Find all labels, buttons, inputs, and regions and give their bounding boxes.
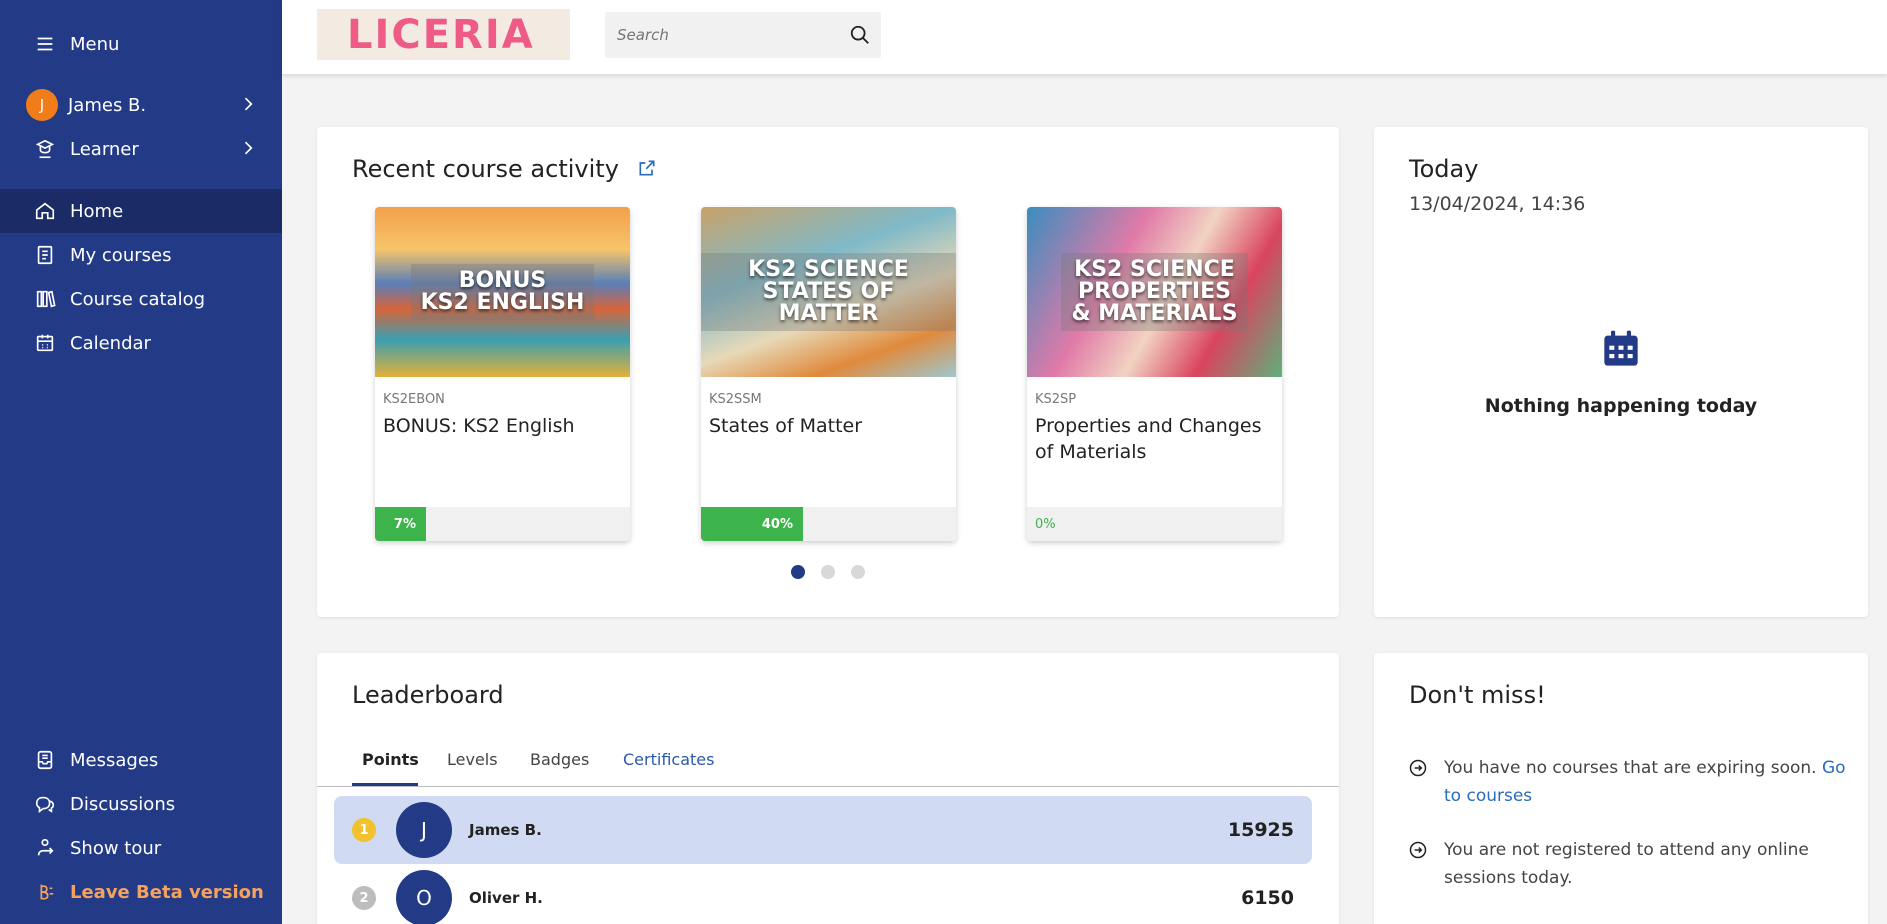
search-box — [605, 12, 881, 58]
avatar: J — [396, 802, 452, 858]
leaderboard-name: James B. — [469, 821, 542, 839]
logo[interactable]: LICERIA — [317, 9, 570, 60]
course-name: States of Matter — [709, 415, 863, 437]
leaderboard-row[interactable]: 1 J James B. 15925 — [334, 796, 1312, 864]
course-code: KS2EBON — [383, 392, 445, 407]
logo-text: LICERIA — [347, 11, 535, 58]
course-image: BONUS KS2 ENGLISH — [375, 207, 630, 377]
tab-certificates[interactable]: Certificates — [623, 750, 714, 769]
leaderboard-points: 6150 — [1241, 887, 1294, 909]
search-input[interactable] — [617, 26, 837, 44]
sidebar-item-label: My courses — [70, 244, 172, 266]
today-datetime: 13/04/2024, 14:36 — [1409, 193, 1586, 215]
leaderboard-title: Leaderboard — [352, 681, 504, 709]
course-image: KS2 SCIENCE PROPERTIES & MATERIALS — [1027, 207, 1282, 377]
sidebar-item-course-catalog[interactable]: Course catalog — [0, 277, 282, 321]
library-icon — [34, 288, 56, 310]
dont-miss-title: Don't miss! — [1409, 681, 1546, 709]
sidebar-item-discussions[interactable]: Discussions — [0, 782, 282, 826]
carousel-dot-1[interactable] — [791, 565, 805, 579]
sidebar-item-calendar[interactable]: Calendar — [0, 321, 282, 365]
sidebar-item-label: Messages — [70, 749, 159, 771]
chevron-right-icon — [238, 94, 258, 119]
sidebar-item-home[interactable]: Home — [0, 189, 282, 233]
progress-bar: 40% — [701, 507, 956, 541]
tab-points[interactable]: Points — [362, 750, 419, 769]
today-card: Today 13/04/2024, 14:36 Nothing happenin… — [1374, 127, 1868, 617]
home-icon — [34, 200, 56, 222]
tab-levels[interactable]: Levels — [447, 750, 498, 769]
sidebar-item-my-courses[interactable]: My courses — [0, 233, 282, 277]
tab-badges[interactable]: Badges — [530, 750, 589, 769]
course-code: KS2SSM — [709, 392, 762, 407]
dont-miss-item-sessions: You are not registered to attend any onl… — [1408, 836, 1848, 892]
progress-bar: 7% — [375, 507, 630, 541]
progress-fill: 40% — [701, 507, 803, 541]
arrow-circle-icon — [1408, 836, 1444, 892]
sidebar: Menu J James B. Learner Home My courses … — [0, 0, 282, 924]
calendar-icon — [1601, 327, 1641, 375]
chevron-right-icon — [238, 138, 258, 163]
sidebar-item-label: Show tour — [70, 837, 162, 859]
arrow-circle-icon — [1408, 754, 1444, 810]
active-tab-indicator — [352, 783, 418, 786]
book-icon — [34, 244, 56, 266]
course-card-ks2sp[interactable]: KS2 SCIENCE PROPERTIES & MATERIALS KS2SP… — [1027, 207, 1282, 541]
sidebar-item-show-tour[interactable]: Show tour — [0, 826, 282, 870]
progress-bar: 0% — [1027, 507, 1282, 541]
calendar-icon — [34, 332, 56, 354]
dont-miss-item-courses: You have no courses that are expiring so… — [1408, 754, 1848, 810]
course-card-ks2ebon[interactable]: BONUS KS2 ENGLISH KS2EBON BONUS: KS2 Eng… — [375, 207, 630, 541]
sidebar-item-label: Home — [70, 200, 124, 222]
course-image: KS2 SCIENCE STATES OF MATTER — [701, 207, 956, 377]
menu-toggle[interactable]: Menu — [0, 22, 282, 66]
top-bar: LICERIA — [282, 0, 1887, 74]
dont-miss-text: You have no courses that are expiring so… — [1444, 758, 1822, 778]
user-name: James B. — [68, 94, 147, 116]
course-card-ks2ssm[interactable]: KS2 SCIENCE STATES OF MATTER KS2SSM Stat… — [701, 207, 956, 541]
sidebar-item-label: Calendar — [70, 332, 151, 354]
sidebar-item-label: Course catalog — [70, 288, 206, 310]
hamburger-icon — [34, 33, 56, 55]
recent-activity-title: Recent course activity — [352, 155, 657, 184]
learner-icon — [34, 138, 56, 160]
progress-label: 0% — [1035, 517, 1056, 532]
tabs-divider — [317, 786, 1339, 787]
sidebar-item-label: Discussions — [70, 793, 176, 815]
sidebar-item-messages[interactable]: Messages — [0, 738, 282, 782]
recent-course-activity-card: Recent course activity BONUS KS2 ENGLISH… — [317, 127, 1339, 617]
avatar: J — [26, 89, 58, 121]
sidebar-item-label: Leave Beta version — [70, 881, 264, 903]
today-title: Today — [1409, 155, 1479, 183]
user-profile-item[interactable]: J James B. — [0, 83, 282, 127]
menu-label: Menu — [70, 33, 120, 55]
course-name: BONUS: KS2 English — [383, 415, 575, 437]
empty-state-text: Nothing happening today — [1484, 395, 1758, 417]
dont-miss-text: You are not registered to attend any onl… — [1444, 840, 1809, 888]
course-name: Properties and Changes of Materials — [1035, 415, 1262, 463]
avatar: O — [396, 870, 452, 924]
beta-icon — [34, 881, 56, 903]
search-icon[interactable] — [849, 24, 871, 50]
chat-icon — [34, 793, 56, 815]
role-label: Learner — [70, 138, 139, 160]
leaderboard-name: Oliver H. — [469, 889, 543, 907]
leaderboard-points: 15925 — [1227, 819, 1294, 841]
carousel-dot-3[interactable] — [851, 565, 865, 579]
leave-beta-button[interactable]: Leave Beta version — [0, 870, 282, 914]
tour-icon — [34, 837, 56, 859]
carousel-dot-2[interactable] — [821, 565, 835, 579]
inbox-icon — [34, 749, 56, 771]
course-code: KS2SP — [1035, 392, 1077, 407]
rank-badge: 2 — [352, 886, 376, 910]
rank-badge: 1 — [352, 818, 376, 842]
leaderboard-row[interactable]: 2 O Oliver H. 6150 — [334, 864, 1312, 924]
external-link-icon[interactable] — [637, 156, 657, 184]
role-switcher[interactable]: Learner — [0, 127, 282, 171]
progress-fill: 7% — [375, 507, 426, 541]
